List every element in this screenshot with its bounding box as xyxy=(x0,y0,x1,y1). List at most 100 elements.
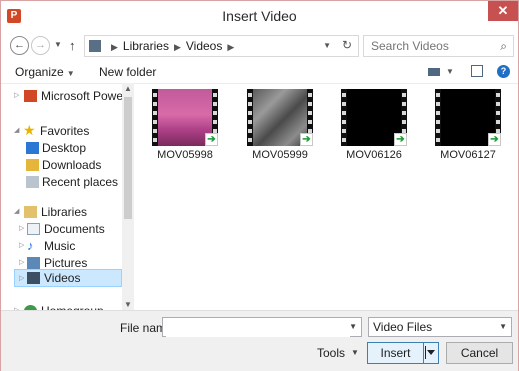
file-name-input[interactable] xyxy=(166,319,350,337)
organize-button[interactable]: Organize ▼ xyxy=(15,65,75,79)
file-item[interactable]: ➔ MOV05999 xyxy=(235,89,319,169)
video-file-arrow-icon: ➔ xyxy=(394,133,407,146)
tools-button[interactable]: Tools xyxy=(317,346,345,360)
address-bar[interactable]: ▶ Libraries ▶ Videos ▶ ▼ ↻ xyxy=(84,35,359,57)
breadcrumb-separator-icon[interactable]: ▶ xyxy=(227,42,234,52)
expand-arrow-icon[interactable]: ▷ xyxy=(19,270,24,288)
chevron-down-icon xyxy=(427,350,435,355)
expand-arrow-icon[interactable]: ▷ xyxy=(19,237,24,255)
search-input[interactable] xyxy=(367,38,493,54)
file-item[interactable]: ➔ MOV05998 xyxy=(140,89,224,169)
sidebar-item-desktop[interactable]: Desktop xyxy=(14,139,122,157)
file-list: ➔ MOV05998 ➔ MOV05999 ➔ MOV06126 ➔ MOV06… xyxy=(135,83,518,310)
videos-library-icon xyxy=(89,40,101,52)
preview-pane-icon[interactable] xyxy=(471,65,483,77)
close-button[interactable]: ✕ xyxy=(488,1,518,21)
video-thumbnail: ➔ xyxy=(247,89,313,146)
thumbnail-frame xyxy=(347,89,401,146)
view-options-dropdown-icon[interactable]: ▼ xyxy=(446,67,454,76)
search-icon[interactable]: ⌕ xyxy=(500,39,507,54)
expand-arrow-icon[interactable]: ▷ xyxy=(14,87,19,105)
thumbnail-frame xyxy=(158,89,212,146)
sidebar-item-recent-places[interactable]: Recent places xyxy=(14,173,122,191)
sidebar-item-music[interactable]: ▷ ♪ Music xyxy=(14,237,122,255)
libraries-icon xyxy=(24,206,37,218)
file-name: MOV06127 xyxy=(440,149,496,161)
expand-arrow-icon[interactable]: ▷ xyxy=(14,302,19,310)
sidebar-scrollbar[interactable]: ▲ ▼ xyxy=(122,83,134,310)
thumbnail-frame xyxy=(441,89,495,146)
insert-split-divider xyxy=(425,346,426,359)
chevron-down-icon: ▼ xyxy=(66,69,75,78)
scroll-up-icon[interactable]: ▲ xyxy=(124,84,132,93)
file-name: MOV05999 xyxy=(252,149,308,161)
sidebar-item-homegroup[interactable]: ▷ Homegroup xyxy=(14,302,122,310)
sidebar-item-label: Homegroup xyxy=(41,302,104,310)
search-box[interactable]: ⌕ xyxy=(363,35,514,57)
recent-locations-dropdown[interactable]: ▼ xyxy=(54,40,62,49)
navigation-pane: ▷ Microsoft PowerPoint ◢ ★ Favorites Des… xyxy=(14,83,122,310)
up-button[interactable]: ↑ xyxy=(69,38,76,53)
insert-options-dropdown[interactable] xyxy=(423,343,439,363)
tools-dropdown-icon[interactable]: ▼ xyxy=(351,348,359,357)
file-name-field[interactable]: ▼ xyxy=(162,317,362,337)
expand-arrow-icon[interactable]: ▷ xyxy=(19,220,24,238)
insert-button[interactable]: Insert xyxy=(367,342,439,364)
breadcrumb-libraries[interactable]: Libraries xyxy=(123,39,169,53)
help-icon[interactable]: ? xyxy=(497,65,510,78)
sidebar-item-label: Desktop xyxy=(42,141,87,155)
breadcrumb: ▶ Libraries ▶ Videos ▶ xyxy=(106,39,239,53)
insert-video-dialog: P Insert Video ✕ ← → ▼ ↑ ▶ Libraries ▶ Vide… xyxy=(0,0,519,371)
videos-icon xyxy=(27,272,40,284)
sidebar-item-label: Videos xyxy=(44,271,81,285)
video-thumbnail: ➔ xyxy=(435,89,501,146)
sidebar-item-favorites[interactable]: ◢ ★ Favorites xyxy=(14,122,122,140)
sidebar-item-documents[interactable]: ▷ Documents xyxy=(14,220,122,238)
chevron-down-icon[interactable]: ▼ xyxy=(349,322,357,331)
sidebar-item-label: Microsoft PowerPoint xyxy=(41,89,122,103)
breadcrumb-separator-icon: ▶ xyxy=(111,42,118,52)
change-view-icon[interactable] xyxy=(428,68,440,76)
refresh-icon[interactable]: ↻ xyxy=(342,38,352,52)
sidebar-item-downloads[interactable]: Downloads xyxy=(14,156,122,174)
breadcrumb-videos[interactable]: Videos xyxy=(186,39,222,53)
dialog-footer: File name: ▼ Video Files ▼ Tools ▼ Inser… xyxy=(1,310,518,371)
new-folder-button[interactable]: New folder xyxy=(99,65,156,79)
video-file-arrow-icon: ➔ xyxy=(300,133,313,146)
scrollbar-thumb[interactable] xyxy=(124,97,132,219)
file-type-select[interactable]: Video Files ▼ xyxy=(368,317,512,337)
file-name: MOV06126 xyxy=(346,149,402,161)
back-button[interactable]: ← xyxy=(10,36,29,55)
powerpoint-icon xyxy=(24,90,37,102)
video-file-arrow-icon: ➔ xyxy=(488,133,501,146)
collapse-arrow-icon[interactable]: ◢ xyxy=(14,203,19,221)
sidebar-item-microsoft-powerpoint[interactable]: ▷ Microsoft PowerPoint xyxy=(14,87,122,105)
file-item[interactable]: ➔ MOV06126 xyxy=(329,89,413,169)
file-name: MOV05998 xyxy=(157,149,213,161)
sidebar-item-label: Recent places xyxy=(42,175,119,189)
video-thumbnail: ➔ xyxy=(341,89,407,146)
sidebar-item-label: Documents xyxy=(44,222,105,236)
file-type-value: Video Files xyxy=(373,320,433,334)
video-file-arrow-icon: ➔ xyxy=(205,133,218,146)
sidebar-item-label: Downloads xyxy=(42,158,102,172)
scroll-down-icon[interactable]: ▼ xyxy=(124,300,132,309)
address-dropdown-icon[interactable]: ▼ xyxy=(323,41,331,50)
star-icon: ★ xyxy=(23,122,36,138)
desktop-icon xyxy=(26,142,39,154)
sidebar-item-label: Favorites xyxy=(40,124,90,138)
sidebar-item-libraries[interactable]: ◢ Libraries xyxy=(14,203,122,221)
collapse-arrow-icon[interactable]: ◢ xyxy=(14,122,19,140)
sidebar-item-videos[interactable]: ▷ Videos xyxy=(14,269,122,287)
thumbnail-frame xyxy=(253,89,307,146)
forward-button[interactable]: → xyxy=(31,36,50,55)
music-icon: ♪ xyxy=(27,238,34,253)
title-bar: P Insert Video ✕ xyxy=(1,1,518,31)
file-item[interactable]: ➔ MOV06127 xyxy=(423,89,507,169)
downloads-icon xyxy=(26,159,39,171)
video-thumbnail: ➔ xyxy=(152,89,218,146)
cancel-button[interactable]: Cancel xyxy=(446,342,513,364)
navigation-bar: ← → ▼ ↑ ▶ Libraries ▶ Videos ▶ ▼ ↻ ⌕ xyxy=(1,31,518,61)
dialog-title: Insert Video xyxy=(222,8,297,24)
command-bar: Organize ▼ New folder ▼ ? xyxy=(1,61,518,84)
